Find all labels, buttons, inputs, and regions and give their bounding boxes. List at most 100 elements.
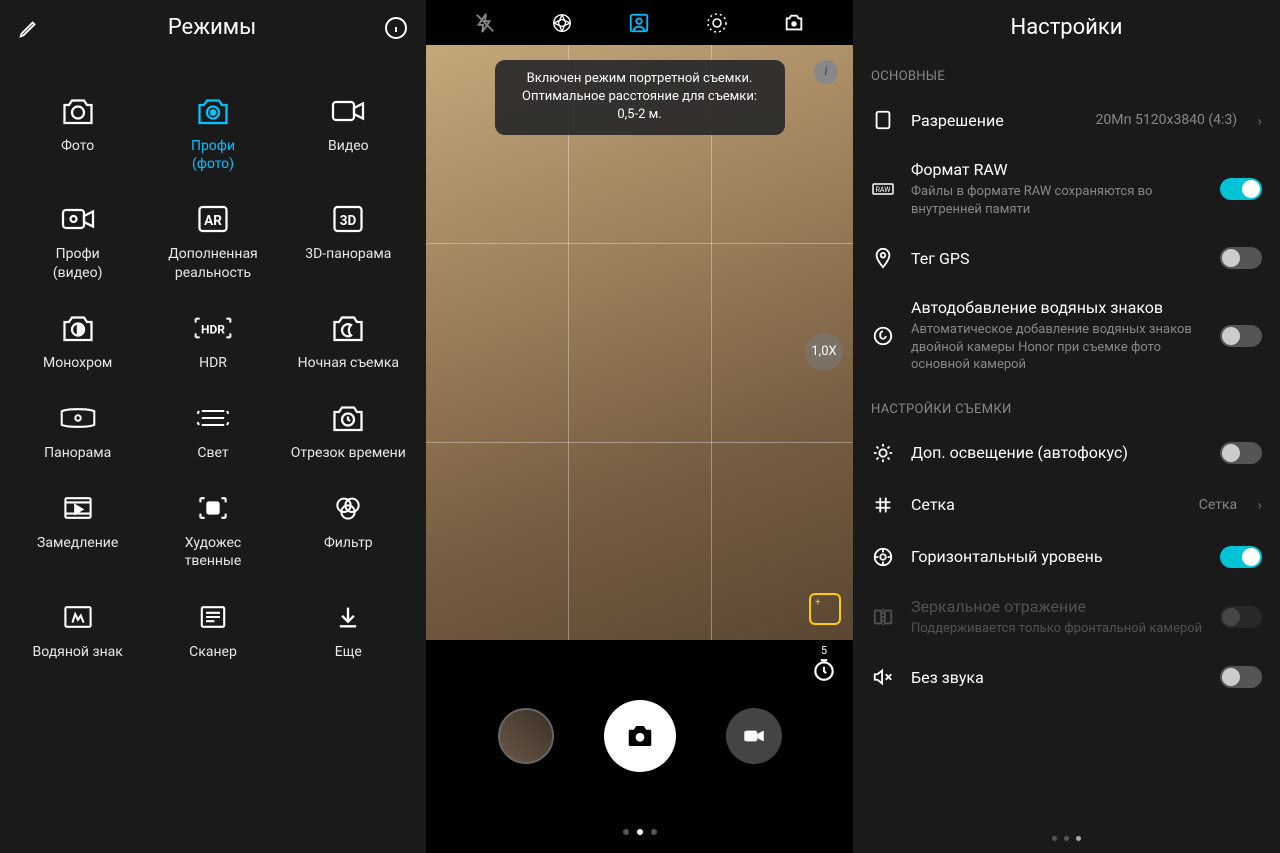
mode-artistic[interactable]: Художес твенные bbox=[145, 492, 280, 570]
viewfinder-info-icon[interactable]: i bbox=[814, 60, 838, 84]
mute-icon bbox=[871, 665, 895, 689]
mode-label: Еще bbox=[335, 643, 362, 661]
video-icon bbox=[328, 95, 368, 127]
mode-label: 3D-панорама bbox=[305, 245, 391, 263]
mode-label: Свет bbox=[197, 444, 228, 462]
mode-label: Профи (фото) bbox=[191, 137, 235, 173]
viewfinder[interactable]: i Включен режим портретной съемки. Оптим… bbox=[426, 45, 853, 640]
pro-photo-icon bbox=[193, 95, 233, 127]
moving-picture-icon[interactable] bbox=[779, 8, 809, 38]
resolution-icon bbox=[871, 108, 895, 132]
mode-panorama[interactable]: Панорама bbox=[10, 402, 145, 462]
timer-button[interactable]: 5 bbox=[811, 644, 837, 683]
mode-label: Профи (видео) bbox=[53, 245, 103, 281]
mode-label: Фото bbox=[61, 137, 94, 155]
mode-label: HDR bbox=[199, 354, 227, 372]
silent-toggle[interactable] bbox=[1220, 666, 1262, 688]
raw-sub: Файлы в формате RAW сохраняются во внутр… bbox=[911, 183, 1204, 218]
settings-title: Настройки bbox=[853, 0, 1280, 55]
raw-label: Формат RAW bbox=[911, 160, 1204, 179]
setting-gps[interactable]: Тег GPS bbox=[853, 232, 1280, 284]
svg-text:RAW: RAW bbox=[876, 186, 892, 194]
flash-icon[interactable] bbox=[470, 8, 500, 38]
wide-aperture-icon[interactable] bbox=[702, 8, 732, 38]
photo-icon bbox=[58, 95, 98, 127]
portrait-toast: Включен режим портретной съемки. Оптимал… bbox=[495, 60, 785, 135]
panorama-icon bbox=[58, 402, 98, 434]
setting-level[interactable]: Горизонтальный уровень bbox=[853, 531, 1280, 583]
mode-ar[interactable]: ARДополненная реальность bbox=[145, 203, 280, 281]
gps-label: Тег GPS bbox=[911, 249, 1204, 268]
grid-icon bbox=[871, 493, 895, 517]
setting-mirror: Зеркальное отражение Поддерживается толь… bbox=[853, 583, 1280, 652]
svg-text:HDR: HDR bbox=[201, 322, 225, 336]
mode-label: Художес твенные bbox=[185, 534, 242, 570]
dot bbox=[637, 829, 643, 835]
mode-photo[interactable]: Фото bbox=[10, 95, 145, 173]
effects-button[interactable] bbox=[809, 593, 841, 625]
resolution-label: Разрешение bbox=[911, 111, 1080, 130]
svg-text:3D: 3D bbox=[340, 213, 357, 229]
gallery-button[interactable] bbox=[498, 708, 554, 764]
shutter-button[interactable] bbox=[604, 700, 676, 772]
monochrome-icon bbox=[58, 312, 98, 344]
mode-video[interactable]: Видео bbox=[281, 95, 416, 173]
mode-label: Видео bbox=[328, 137, 369, 155]
mode-label: Водяной знак bbox=[33, 643, 123, 661]
mode-hdr[interactable]: HDR HDR bbox=[145, 312, 280, 372]
silent-label: Без звука bbox=[911, 668, 1204, 687]
level-toggle[interactable] bbox=[1220, 546, 1262, 568]
grid-line bbox=[426, 243, 853, 244]
mode-night[interactable]: Ночная съемка bbox=[281, 312, 416, 372]
gps-toggle[interactable] bbox=[1220, 247, 1262, 269]
mode-3d-panorama[interactable]: 3D 3D-панорама bbox=[281, 203, 416, 281]
autofocus-toggle[interactable] bbox=[1220, 442, 1262, 464]
dot bbox=[623, 829, 629, 835]
watermark-toggle[interactable] bbox=[1220, 325, 1262, 347]
zoom-button[interactable]: 1,0X bbox=[805, 333, 843, 371]
mode-label: Фильтр bbox=[324, 534, 373, 552]
portrait-icon[interactable] bbox=[624, 8, 654, 38]
mode-scanner[interactable]: Сканер bbox=[145, 601, 280, 661]
timelapse-icon bbox=[328, 402, 368, 434]
more-icon bbox=[328, 601, 368, 633]
resolution-value: 20Мп 5120x3840 (4:3) bbox=[1096, 112, 1238, 128]
mode-monochrome[interactable]: Монохром bbox=[10, 312, 145, 372]
setting-watermark[interactable]: Автодобавление водяных знаков Автоматиче… bbox=[853, 284, 1280, 388]
section-shooting: НАСТРОЙКИ СЪЕМКИ bbox=[853, 388, 1280, 427]
light-icon bbox=[193, 402, 233, 434]
info-icon[interactable] bbox=[384, 16, 408, 40]
mode-timelapse[interactable]: Отрезок времени bbox=[281, 402, 416, 462]
setting-grid[interactable]: Сетка Сетка › bbox=[853, 479, 1280, 531]
hdr-icon: HDR bbox=[193, 312, 233, 344]
scanner-icon bbox=[193, 601, 233, 633]
mirror-label: Зеркальное отражение bbox=[911, 597, 1204, 616]
dot bbox=[1064, 836, 1069, 841]
modes-panel: Режимы Фото Профи (фото) Видео Профи (видео… bbox=[0, 0, 426, 853]
mirror-icon bbox=[871, 605, 895, 629]
aperture-icon[interactable] bbox=[547, 8, 577, 38]
mode-filter[interactable]: Фильтр bbox=[281, 492, 416, 570]
setting-silent[interactable]: Без звука bbox=[853, 651, 1280, 703]
modes-title: Режимы bbox=[168, 15, 256, 40]
setting-autofocus-light[interactable]: Доп. освещение (автофокус) bbox=[853, 427, 1280, 479]
video-mode-button[interactable] bbox=[726, 708, 782, 764]
brightness-icon bbox=[871, 441, 895, 465]
section-main: ОСНОВНЫЕ bbox=[853, 55, 1280, 94]
mode-watermark[interactable]: Водяной знак bbox=[10, 601, 145, 661]
setting-raw[interactable]: RAW Формат RAW Файлы в формате RAW сохра… bbox=[853, 146, 1280, 232]
mode-pro-photo[interactable]: Профи (фото) bbox=[145, 95, 280, 173]
mode-pro-video[interactable]: Профи (видео) bbox=[10, 203, 145, 281]
slowmo-icon bbox=[58, 492, 98, 524]
setting-resolution[interactable]: Разрешение 20Мп 5120x3840 (4:3) › bbox=[853, 94, 1280, 146]
night-icon bbox=[328, 312, 368, 344]
mode-slowmo[interactable]: Замедление bbox=[10, 492, 145, 570]
autofocus-label: Доп. освещение (автофокус) bbox=[911, 443, 1204, 462]
camera-controls bbox=[426, 700, 853, 772]
mode-more[interactable]: Еще bbox=[281, 601, 416, 661]
chevron-right-icon: › bbox=[1257, 495, 1262, 514]
mode-light[interactable]: Свет bbox=[145, 402, 280, 462]
edit-icon[interactable] bbox=[18, 17, 40, 39]
watermark-sub: Автоматическое добавление водяных знаков… bbox=[911, 321, 1204, 374]
raw-toggle[interactable] bbox=[1220, 178, 1262, 200]
